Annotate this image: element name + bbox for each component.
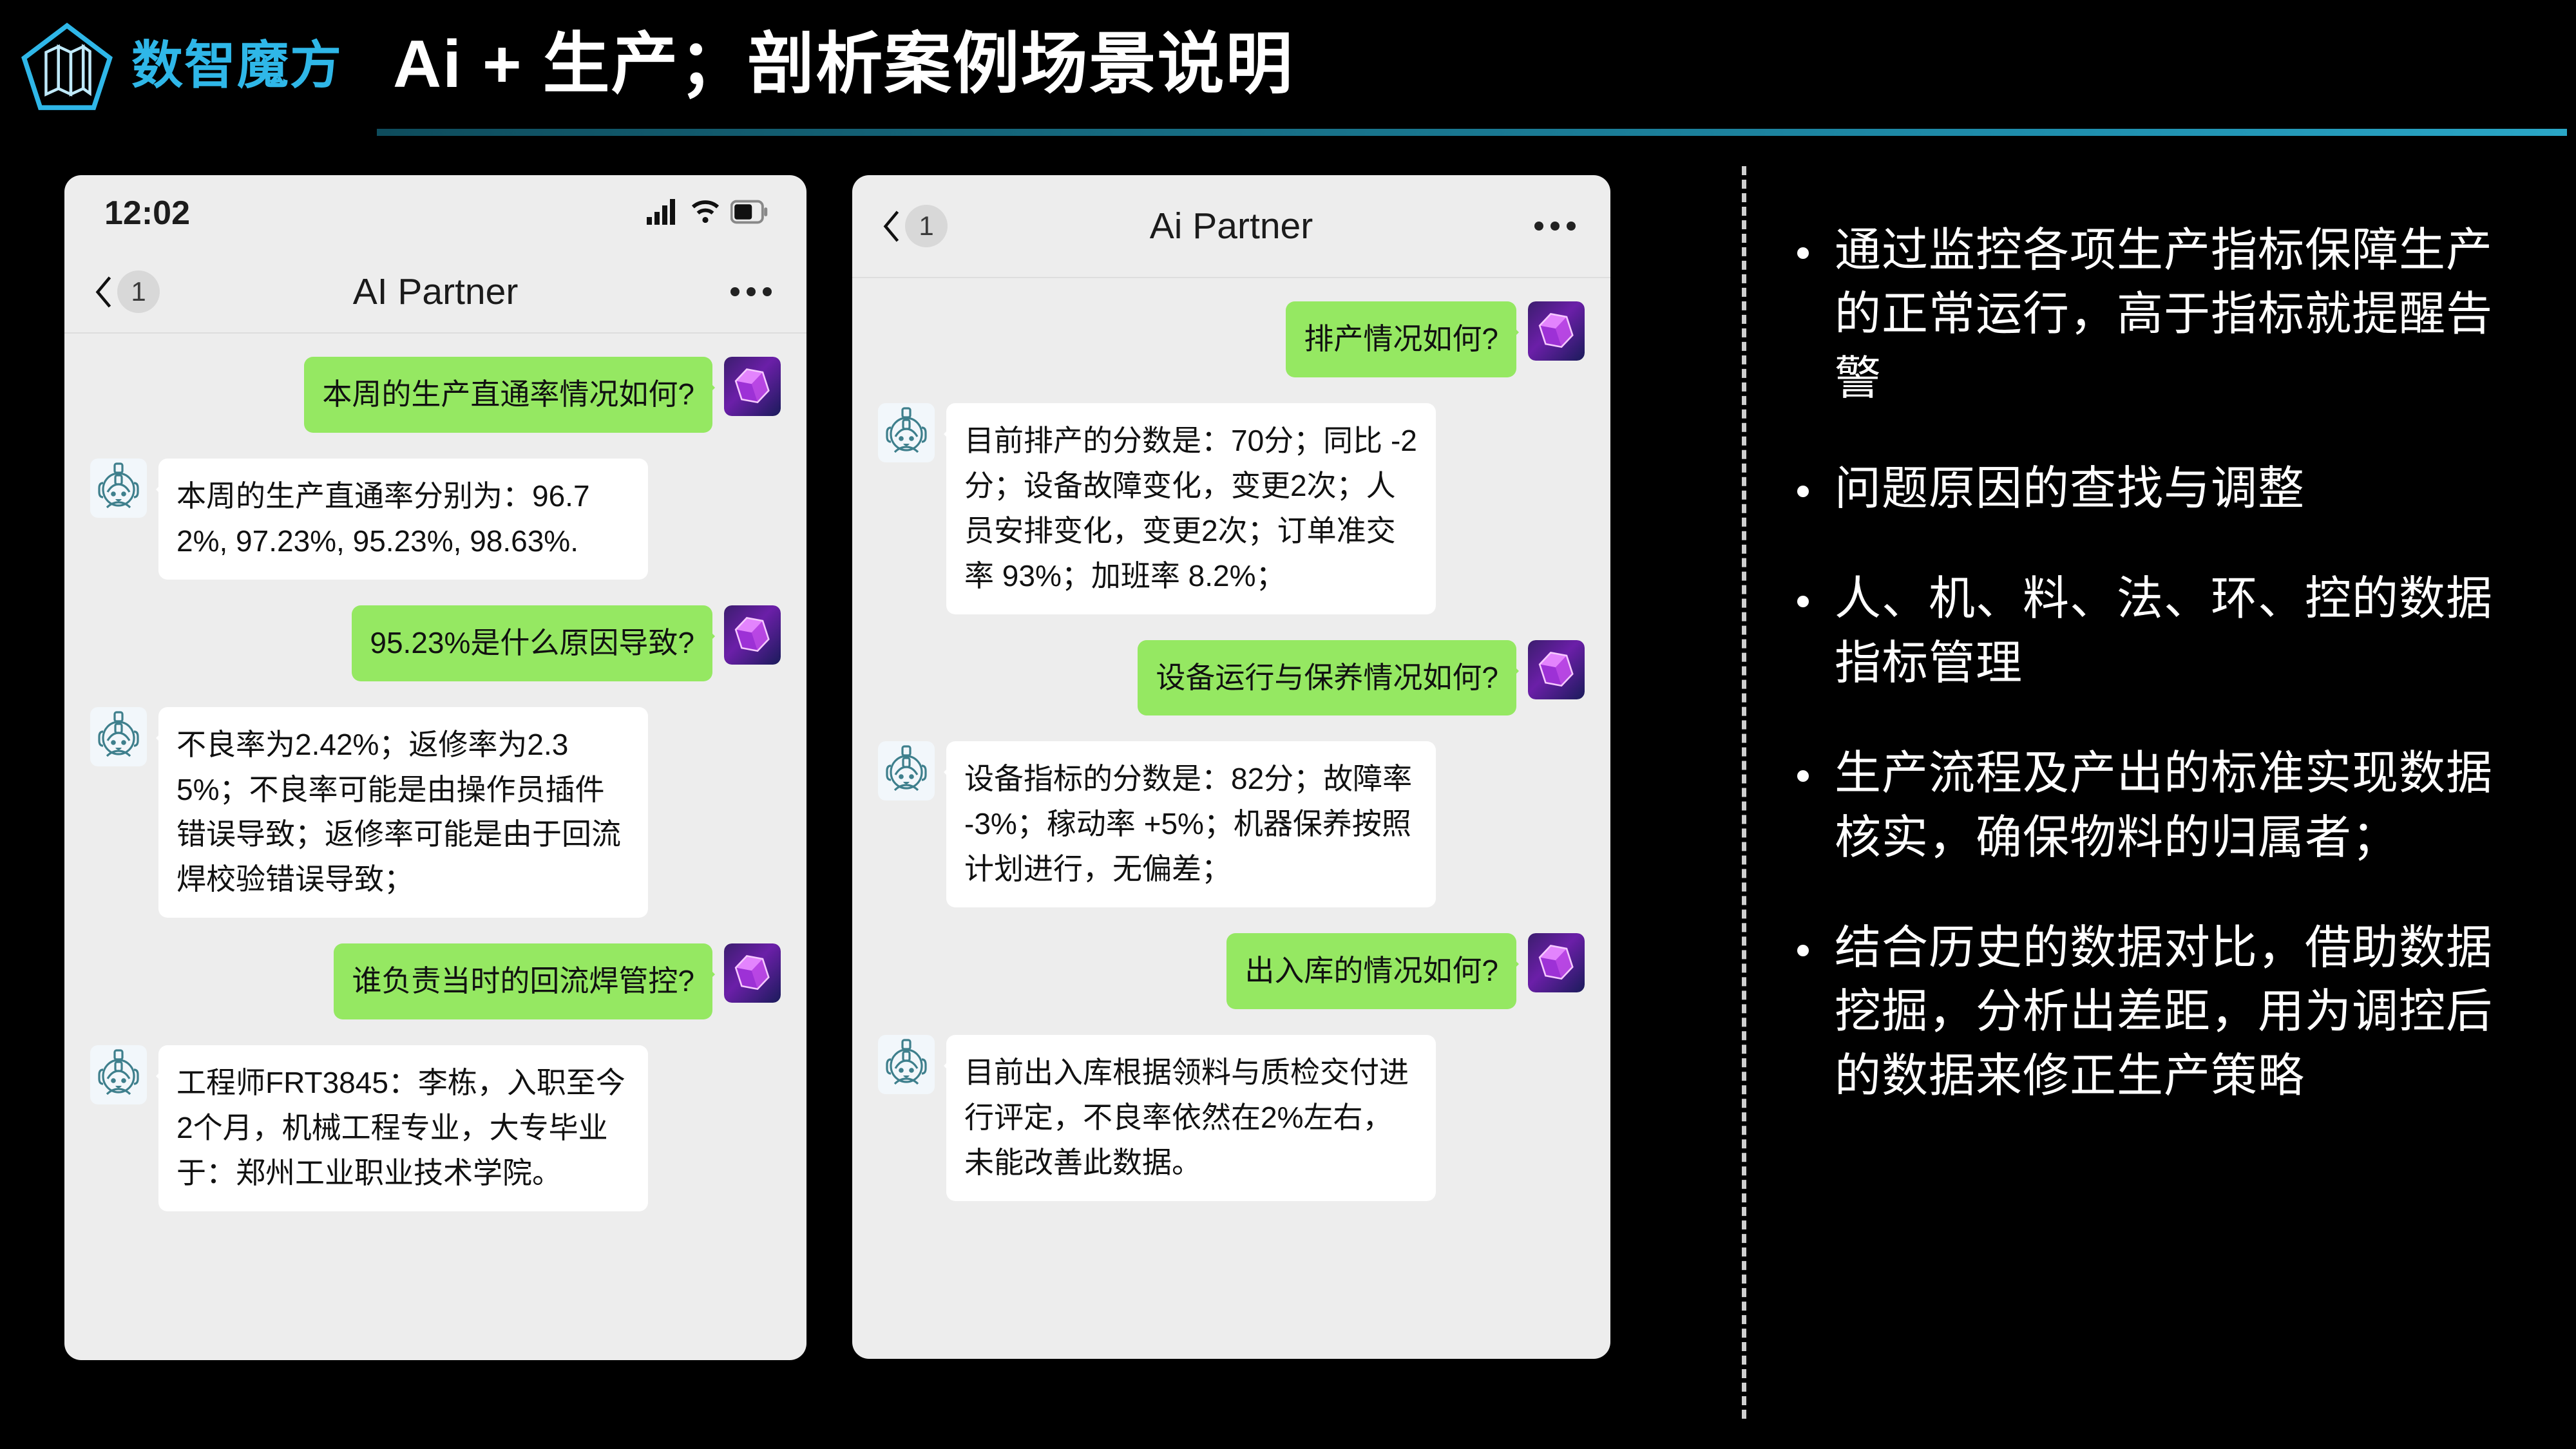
chat-thread-right[interactable]: 排产情况如何? 目前排产的分数是：70分；同比 -2分；设备故障变化，变更2次；… (852, 278, 1610, 1359)
purple-cube-avatar[interactable] (1528, 933, 1585, 993)
chat-thread-left[interactable]: 本周的生产直通率情况如何? 本周的生产直通率分别为：96.72%, 97.23%… (64, 334, 806, 1360)
unread-badge[interactable]: 1 (905, 205, 948, 247)
back-chevron-icon[interactable] (881, 209, 902, 243)
chat-title: AI Partner (352, 271, 519, 312)
more-dots-icon[interactable] (1534, 222, 1576, 231)
pentagon-map-logo-icon (19, 18, 115, 113)
nav-bar: 1 Ai Partner (852, 175, 1610, 278)
nav-bar: 1 AI Partner (64, 251, 806, 334)
robot-avatar[interactable] (878, 402, 935, 462)
chat-row-bot: 目前出入库根据领料与质检交付进行评定，不良率依然在2%左右，未能改善此数据。 (878, 1035, 1585, 1201)
robot-avatar[interactable] (878, 741, 935, 801)
chat-row-user: 设备运行与保养情况如何? (878, 639, 1585, 716)
message-bubble-user[interactable]: 本周的生产直通率情况如何? (304, 357, 715, 433)
chat-row-bot: 不良率为2.42%；返修率为2.35%；不良率可能是由操作员插件错误导致；返修率… (90, 706, 781, 918)
chat-row-user: 谁负责当时的回流焊管控? (90, 943, 781, 1020)
bullet-dot-icon (1797, 596, 1809, 608)
bullet-text: 问题原因的查找与调整 (1835, 463, 2305, 515)
chat-row-user: 本周的生产直通率情况如何? (90, 357, 781, 433)
back-button[interactable]: 1 (93, 270, 160, 313)
back-chevron-icon[interactable] (93, 275, 115, 308)
purple-cube-avatar[interactable] (724, 605, 781, 665)
message-bubble-user[interactable]: 排产情况如何? (1286, 301, 1519, 377)
status-icons (647, 198, 768, 228)
bullet-dot-icon (1797, 247, 1809, 259)
vertical-dashed-divider (1742, 166, 1746, 1419)
bullet-dot-icon (1797, 486, 1809, 498)
bullet-text: 生产流程及产出的标准实现数据核实，确保物料的归属者； (1835, 748, 2494, 864)
message-bubble-user[interactable]: 出入库的情况如何? (1226, 933, 1519, 1010)
slide-root: 数智魔方 Ai + 生产；剖析案例场景说明 12:02 1 AI Partner… (0, 0, 2576, 1449)
list-item: 通过监控各项生产指标保障生产的正常运行，高于指标就提醒告警 (1797, 219, 2538, 411)
page-title: Ai + 生产；剖析案例场景说明 (393, 27, 1294, 102)
chat-row-bot: 本周的生产直通率分别为：96.72%, 97.23%, 95.23%, 98.6… (90, 458, 781, 580)
chat-row-bot: 设备指标的分数是：82分；故障率 -3%；稼动率 +5%；机器保养按照计划进行，… (878, 741, 1585, 908)
robot-avatar[interactable] (878, 1035, 935, 1095)
phone-mockup-right: 1 Ai Partner 排产情况如何? 目前排产的分数是：70分；同比 -2分… (852, 175, 1610, 1359)
wifi-icon (691, 199, 720, 228)
unread-badge[interactable]: 1 (117, 270, 160, 313)
chat-row-user: 95.23%是什么原因导致? (90, 605, 781, 681)
chat-row-user: 排产情况如何? (878, 301, 1585, 377)
chat-row-user: 出入库的情况如何? (878, 933, 1585, 1010)
back-button[interactable]: 1 (881, 205, 948, 247)
bullet-text: 通过监控各项生产指标保障生产的正常运行，高于指标就提醒告警 (1835, 225, 2494, 404)
phone-mockup-left: 12:02 1 AI Partner 本周的生产直通率情况如何? 本周的生产直通… (64, 175, 806, 1360)
bullet-dot-icon (1797, 944, 1809, 956)
list-item: 人、机、料、法、环、控的数据指标管理 (1797, 567, 2538, 696)
chat-row-bot: 目前排产的分数是：70分；同比 -2分；设备故障变化，变更2次；人员安排变化，变… (878, 402, 1585, 614)
chat-title: Ai Partner (1149, 205, 1313, 247)
status-time: 12:02 (104, 194, 190, 232)
bullet-dot-icon (1797, 770, 1809, 782)
list-item: 结合历史的数据对比，借助数据挖掘，分析出差距，用为调控后的数据来修正生产策略 (1797, 916, 2538, 1108)
message-bubble-bot[interactable]: 设备指标的分数是：82分；故障率 -3%；稼动率 +5%；机器保养按照计划进行，… (944, 741, 1436, 908)
title-underline (377, 129, 2567, 136)
bullet-text: 结合历史的数据对比，借助数据挖掘，分析出差距，用为调控后的数据来修正生产策略 (1835, 922, 2494, 1102)
message-bubble-bot[interactable]: 不良率为2.42%；返修率为2.35%；不良率可能是由操作员插件错误导致；返修率… (156, 706, 648, 918)
brand-logo: 数智魔方 (19, 18, 343, 113)
status-bar: 12:02 (64, 175, 806, 251)
message-bubble-bot[interactable]: 目前出入库根据领料与质检交付进行评定，不良率依然在2%左右，未能改善此数据。 (944, 1035, 1436, 1201)
message-bubble-user[interactable]: 谁负责当时的回流焊管控? (334, 943, 715, 1020)
purple-cube-avatar[interactable] (1528, 301, 1585, 361)
robot-avatar[interactable] (90, 1045, 147, 1105)
robot-avatar[interactable] (90, 706, 147, 766)
message-bubble-user[interactable]: 95.23%是什么原因导致? (352, 605, 715, 681)
message-bubble-bot[interactable]: 工程师FRT3845：李栋，入职至今2个月，机械工程专业，大专毕业于：郑州工业职… (156, 1045, 648, 1211)
robot-avatar[interactable] (90, 458, 147, 518)
purple-cube-avatar[interactable] (724, 943, 781, 1003)
purple-cube-avatar[interactable] (724, 357, 781, 416)
list-item: 生产流程及产出的标准实现数据核实，确保物料的归属者； (1797, 742, 2538, 870)
slide-header: 数智魔方 Ai + 生产；剖析案例场景说明 (0, 0, 2576, 138)
cellular-signal-icon (647, 198, 680, 228)
message-bubble-user[interactable]: 设备运行与保养情况如何? (1138, 639, 1519, 716)
chat-row-bot: 工程师FRT3845：李栋，入职至今2个月，机械工程专业，大专毕业于：郑州工业职… (90, 1045, 781, 1211)
list-item: 问题原因的查找与调整 (1797, 457, 2538, 521)
bullet-list: 通过监控各项生产指标保障生产的正常运行，高于指标就提醒告警 问题原因的查找与调整… (1797, 219, 2538, 1155)
message-bubble-bot[interactable]: 本周的生产直通率分别为：96.72%, 97.23%, 95.23%, 98.6… (156, 458, 648, 580)
more-dots-icon[interactable] (730, 287, 772, 296)
battery-icon (730, 200, 768, 227)
brand-name: 数智魔方 (131, 37, 343, 94)
purple-cube-avatar[interactable] (1528, 639, 1585, 699)
bullet-text: 人、机、料、法、环、控的数据指标管理 (1835, 573, 2494, 689)
message-bubble-bot[interactable]: 目前排产的分数是：70分；同比 -2分；设备故障变化，变更2次；人员安排变化，变… (944, 402, 1436, 614)
